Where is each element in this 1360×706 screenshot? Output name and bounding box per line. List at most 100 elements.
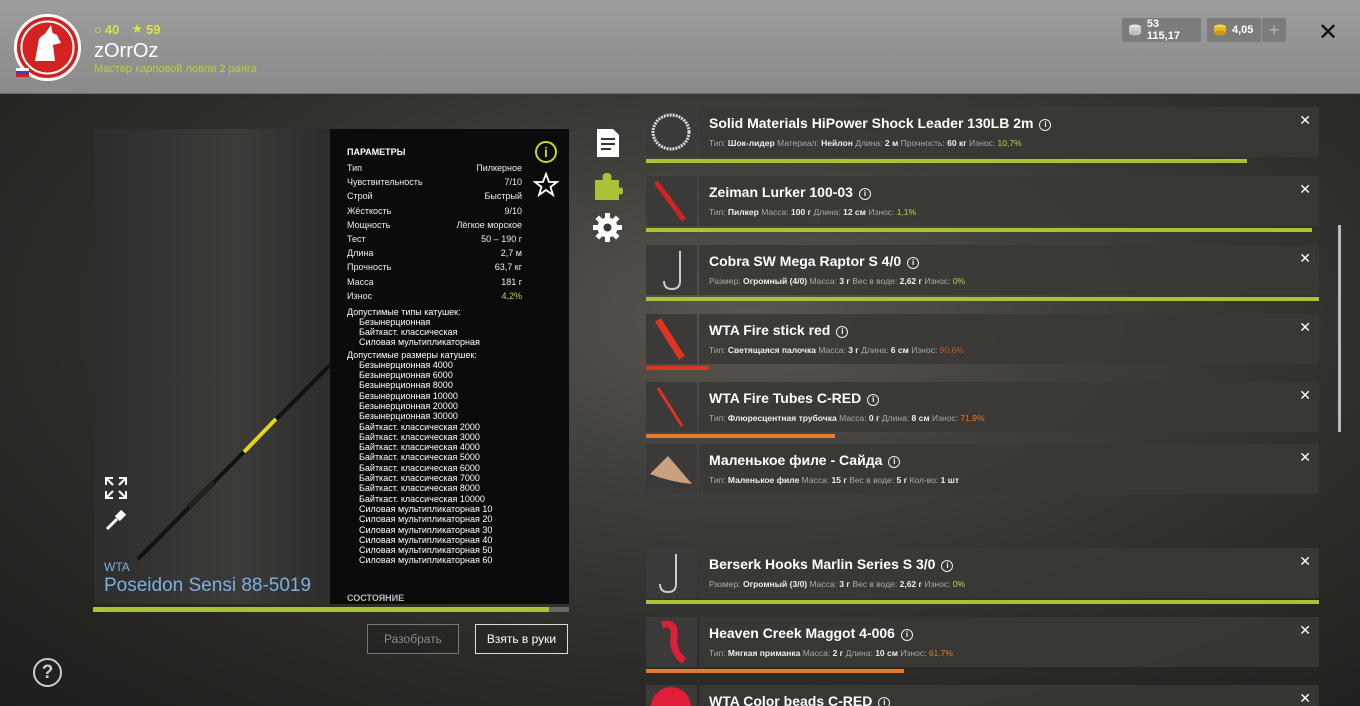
reel-size-item: Байткаст. классическая 8000 [359,483,480,494]
info-icon[interactable]: i [900,629,913,641]
reel-sizes-title: Допустимые размеры катушек: [347,349,477,360]
tackle-durability-bar [646,366,710,370]
tackle-attr-value: 5 г [896,475,910,485]
parameter-row: Износ 4,2% [347,291,522,305]
info-icon[interactable]: i [535,141,557,163]
tackle-name: WTA Fire Tubes C-RED i [709,390,880,406]
scrollbar[interactable] [1338,225,1341,432]
tackle-item[interactable]: Маленькое филе - Сайда i Тип: Маленькое фи… [646,444,1319,494]
info-icon[interactable]: i [888,456,901,468]
remove-tackle-button[interactable]: ✕ [1299,690,1311,706]
tackle-wear-value: 0% [952,579,966,589]
tackle-body: WTA Fire Tubes C-RED i Тип: Флюресцентная … [699,382,1319,432]
document-icon[interactable] [595,128,621,158]
info-icon[interactable]: i [1039,119,1052,131]
tackle-item[interactable]: Cobra SW Mega Raptor S 4/0 i Размер: Огром… [646,245,1319,301]
reel-size-item: Безынерционная 20000 [359,400,458,411]
tackle-attr-label: Тип: [709,648,728,658]
tackle-body: Berserk Hooks Marlin Series S 3/0 i Размер… [699,548,1319,598]
tackle-attr-value: Пилкер [727,207,762,217]
info-icon[interactable]: i [878,697,891,706]
rod-brand: WTA [104,560,130,574]
remove-tackle-button[interactable]: ✕ [1299,553,1311,570]
close-button[interactable]: ✕ [1318,18,1338,47]
tackle-thumbnail [646,107,697,157]
tackle-item[interactable]: WTA Color beads C-RED i ✕ [646,685,1319,706]
tackle-name: Zeiman Lurker 100-03 i [709,184,871,200]
take-in-hands-button[interactable]: Взять в руки [475,624,568,654]
tackle-durability-bar [646,600,1319,604]
tackle-attr-value: Шок-лидер [727,138,778,148]
tackle-body: Heaven Creek Maggot 4-006 i Тип: Мягкая пр… [699,617,1319,667]
tackle-item[interactable]: WTA Fire stick red i Тип: Светящаяся палоч… [646,314,1319,370]
disassemble-button[interactable]: Разобрать [367,624,459,654]
remove-tackle-button[interactable]: ✕ [1299,181,1311,198]
tackle-description: Тип: Шок-лидер Материал: Нейлон Длина: 2… [709,138,1022,148]
tackle-name: Маленькое филе - Сайда i [709,452,901,468]
info-icon[interactable]: i [907,257,920,269]
parameter-row: Жёсткость 9/10 [347,206,522,220]
add-currency-button[interactable]: + [1262,18,1286,42]
tackle-attr-label: Масса: [809,276,840,286]
favorite-star-icon[interactable] [533,172,559,198]
tackle-item[interactable]: Berserk Hooks Marlin Series S 3/0 i Размер… [646,548,1319,604]
tackle-attr-value: 6 см [890,345,912,355]
wrench-icon[interactable] [104,508,128,532]
silver-value: 53 115,17 [1146,18,1180,42]
parameter-value: Быстрый [484,191,523,202]
tackle-body: Cobra SW Mega Raptor S 4/0 i Размер: Огром… [699,245,1319,295]
remove-tackle-button[interactable]: ✕ [1299,112,1311,129]
tackle-durability-bar [646,297,1319,301]
tackle-name-text: Cobra SW Mega Raptor S 4/0 [709,253,902,269]
remove-tackle-button[interactable]: ✕ [1299,387,1311,404]
parameter-row: Тест 50 – 190 г [347,234,522,248]
parameter-value: 50 – 190 г [481,233,522,244]
remove-tackle-button[interactable]: ✕ [1299,319,1311,336]
remove-tackle-button[interactable]: ✕ [1299,449,1311,466]
gear-icon[interactable] [592,212,623,243]
tackle-item[interactable]: Solid Materials HiPower Shock Leader 130… [646,107,1319,163]
tackle-wear-label: Износ: [969,138,998,148]
points-stat: ○ 40 [94,21,119,37]
info-icon[interactable]: i [836,326,849,338]
reel-size-item: Силовая мультипликаторная 60 [359,555,493,566]
rod-durability-fill [93,607,549,612]
parameter-label: Мощность [347,219,391,230]
tackle-item[interactable]: Heaven Creek Maggot 4-006 i Тип: Мягкая пр… [646,617,1319,673]
tackle-attr-label: Масса: [818,345,849,355]
tackle-name: Berserk Hooks Marlin Series S 3/0 i [709,556,954,572]
reel-size-item: Байткаст. классическая 4000 [359,442,480,453]
parameters-panel: ПАРАМЕТРЫ Тип Пилкерное Чувствительность 7/… [330,129,569,604]
help-icon[interactable]: ? [33,658,62,687]
tackle-attr-value: 3 г [839,579,853,589]
tackle-attr-label: Тип: [709,207,728,217]
tackle-body: Zeiman Lurker 100-03 i Тип: Пилкер Масса: … [699,176,1319,226]
tackle-attr-value: Флюресцентная трубочка [727,413,840,423]
tackle-attr-label: Вес в воде: [852,276,900,286]
info-icon[interactable]: i [941,560,954,572]
tackle-name: WTA Fire stick red i [709,322,849,338]
parameter-value: 9/10 [504,205,522,216]
tackle-attr-value: Маленькое филе [727,475,802,485]
tackle-attr-value: 3 г [848,345,862,355]
parameter-label: Длина [347,248,374,259]
remove-tackle-button[interactable]: ✕ [1299,250,1311,267]
tackle-item[interactable]: WTA Fire Tubes C-RED i Тип: Флюресцентная … [646,382,1319,438]
tackle-wear-label: Износ: [900,648,929,658]
tackle-attr-label: Масса: [802,648,833,658]
parameter-row: Тип Пилкерное [347,163,522,177]
parameter-row: Мощность Лёгкое морское [347,220,522,234]
tackle-attr-label: Размер: [709,579,743,589]
expand-icon[interactable] [104,476,128,500]
info-icon[interactable]: i [858,188,871,200]
puzzle-icon[interactable] [592,170,623,201]
parameter-label: Чувствительность [347,177,423,188]
tackle-wear-label: Износ: [932,413,961,423]
tackle-attr-value: Огромный (3/0) [742,579,810,589]
tackle-item[interactable]: Zeiman Lurker 100-03 i Тип: Пилкер Масса: … [646,176,1319,232]
tackle-wear-value: 0% [952,276,966,286]
tackle-description: Тип: Флюресцентная трубочка Масса: 0 г Д… [709,413,985,423]
rod-image [136,363,332,561]
remove-tackle-button[interactable]: ✕ [1299,622,1311,639]
info-icon[interactable]: i [867,394,880,406]
